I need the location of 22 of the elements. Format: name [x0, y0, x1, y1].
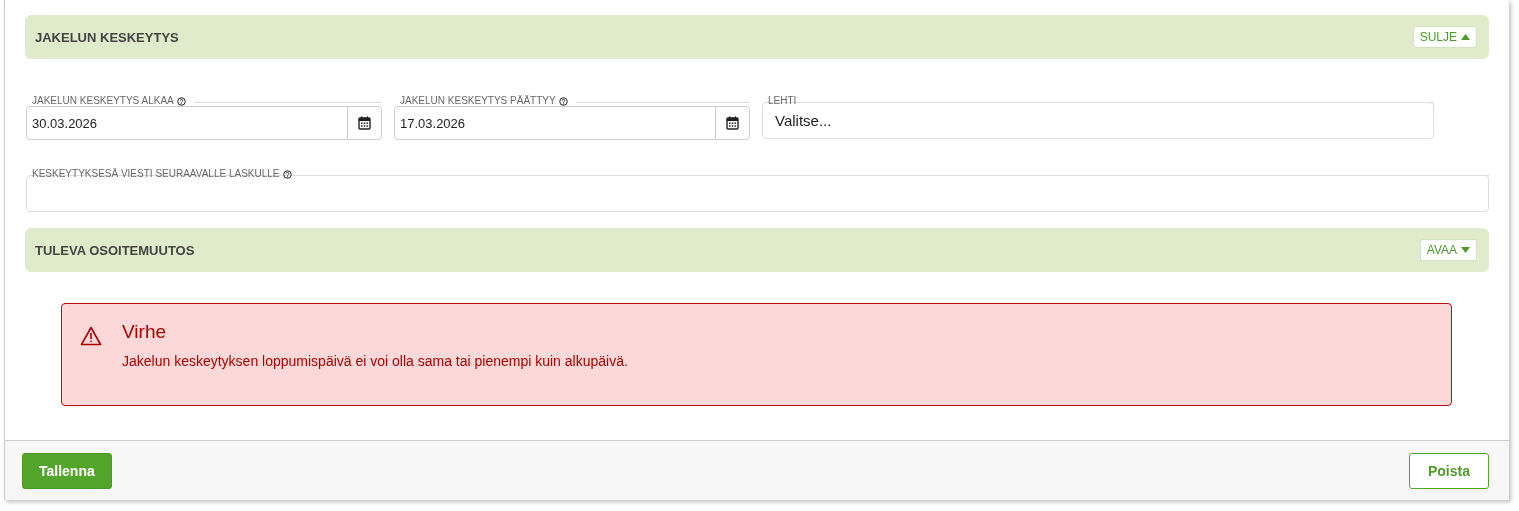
save-button[interactable]: Tallenna	[22, 452, 112, 489]
calendar-icon	[726, 116, 739, 130]
help-icon[interactable]	[558, 97, 568, 106]
field-label: JAKELUN KESKEYTYS PÄÄTTYY	[400, 95, 556, 106]
input-field[interactable]	[26, 175, 1489, 212]
date-field[interactable]: 17.03.2026	[394, 106, 750, 140]
field-label: JAKELUN KESKEYTYS ALKAA	[32, 95, 174, 106]
help-icon[interactable]	[282, 170, 292, 179]
error-title: Virhe	[122, 321, 167, 343]
section-title: JAKELUN KESKEYTYS	[35, 29, 179, 45]
up-triangle-icon	[1461, 34, 1470, 40]
date-field[interactable]: 30.03.2026	[26, 106, 382, 140]
calendar-icon	[358, 116, 371, 130]
toggle-button[interactable]: SULJE	[1412, 26, 1477, 48]
down-triangle-icon	[1461, 247, 1470, 253]
help-icon[interactable]	[176, 97, 186, 106]
warning-icon	[80, 326, 102, 346]
toggle-button[interactable]: AVAA	[1419, 239, 1477, 261]
error-message: Jakelun keskeytyksen loppumispäivä ei voi olla sama tai pienempi kuin alkupäivä.	[122, 353, 628, 369]
field-label: KESKEYTYKSESÄ VIESTI SEURAAVALLE LASKULLE	[32, 168, 280, 179]
delete-button[interactable]: Poista	[1409, 452, 1489, 489]
section-title: TULEVA OSOITEMUUTOS	[35, 242, 195, 258]
